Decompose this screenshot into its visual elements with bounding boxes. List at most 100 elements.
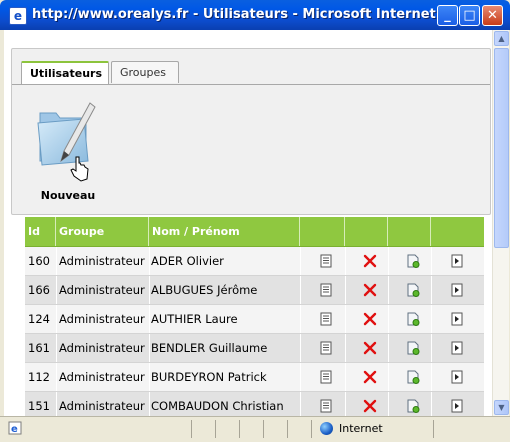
- edit-page-icon[interactable]: [406, 370, 420, 384]
- maximize-button[interactable]: □: [459, 5, 480, 26]
- column-separator: [56, 247, 57, 275]
- scroll-thumb[interactable]: [494, 48, 509, 248]
- col-header-id[interactable]: Id: [25, 217, 56, 246]
- column-separator: [149, 363, 150, 391]
- column-separator: [149, 276, 150, 304]
- table-row: 161 Administrateur BENDLER Guillaume: [25, 334, 484, 363]
- column-separator: [300, 392, 301, 416]
- ie-app-icon: e: [9, 7, 27, 25]
- cell-groupe: Administrateur: [59, 370, 145, 384]
- delete-x-icon[interactable]: [363, 283, 377, 297]
- column-separator: [431, 247, 432, 275]
- column-separator: [345, 334, 346, 362]
- title-bar[interactable]: e http://www.orealys.fr - Utilisateurs -…: [0, 0, 510, 30]
- cell-id: 161: [28, 341, 50, 355]
- column-separator: [431, 276, 432, 304]
- edit-page-icon[interactable]: [406, 254, 420, 268]
- cell-nom: BURDEYRON Patrick: [151, 370, 267, 384]
- view-document-icon[interactable]: [319, 312, 333, 326]
- status-divider: [239, 420, 240, 438]
- column-separator: [388, 334, 389, 362]
- cell-groupe: Administrateur: [59, 254, 145, 268]
- minimize-button[interactable]: _: [437, 5, 458, 26]
- cell-nom: ADER Olivier: [151, 254, 224, 268]
- table-row: 112 Administrateur BURDEYRON Patrick: [25, 363, 484, 392]
- next-arrow-icon[interactable]: [450, 283, 464, 297]
- new-user-button[interactable]: Nouveau: [34, 99, 102, 202]
- tab-groupes[interactable]: Groupes: [111, 61, 179, 83]
- status-divider: [191, 420, 192, 438]
- close-button[interactable]: ✕: [482, 5, 503, 26]
- column-separator: [388, 392, 389, 416]
- column-separator: [56, 334, 57, 362]
- security-zone-label: Internet: [339, 422, 383, 435]
- scroll-down-arrow[interactable]: ▼: [494, 400, 509, 415]
- column-separator: [300, 276, 301, 304]
- next-arrow-icon[interactable]: [450, 399, 464, 413]
- svg-text:e: e: [11, 424, 18, 435]
- view-document-icon[interactable]: [319, 254, 333, 268]
- column-separator: [388, 363, 389, 391]
- cell-nom: BENDLER Guillaume: [151, 341, 268, 355]
- new-user-label: Nouveau: [40, 189, 96, 202]
- vertical-scrollbar[interactable]: ▲ ▼: [492, 30, 509, 416]
- edit-page-icon[interactable]: [406, 341, 420, 355]
- column-separator: [388, 247, 389, 275]
- status-divider: [215, 420, 216, 438]
- col-header-groupe[interactable]: Groupe: [56, 217, 149, 246]
- column-separator: [345, 392, 346, 416]
- tab-utilisateurs[interactable]: Utilisateurs: [21, 61, 109, 85]
- col-header-action-3: [388, 217, 431, 246]
- cell-id: 160: [28, 254, 50, 268]
- column-separator: [56, 305, 57, 333]
- table-row: 160 Administrateur ADER Olivier: [25, 247, 484, 276]
- cell-groupe: Administrateur: [59, 341, 145, 355]
- delete-x-icon[interactable]: [363, 312, 377, 326]
- view-document-icon[interactable]: [319, 341, 333, 355]
- column-separator: [388, 276, 389, 304]
- next-arrow-icon[interactable]: [450, 254, 464, 268]
- next-arrow-icon[interactable]: [450, 341, 464, 355]
- edit-page-icon[interactable]: [406, 399, 420, 413]
- view-document-icon[interactable]: [319, 399, 333, 413]
- view-document-icon[interactable]: [319, 370, 333, 384]
- table-row: 166 Administrateur ALBUGUES Jérôme: [25, 276, 484, 305]
- column-separator: [345, 363, 346, 391]
- column-separator: [345, 247, 346, 275]
- col-header-nom[interactable]: Nom / Prénom: [149, 217, 300, 246]
- table-row: 151 Administrateur COMBAUDON Christian: [25, 392, 484, 416]
- status-divider: [263, 420, 264, 438]
- edit-page-icon[interactable]: [406, 312, 420, 326]
- column-separator: [149, 305, 150, 333]
- scroll-up-arrow[interactable]: ▲: [494, 31, 509, 46]
- col-header-action-1: [300, 217, 345, 246]
- col-header-action-2: [345, 217, 388, 246]
- cell-nom: COMBAUDON Christian: [151, 399, 284, 413]
- col-header-action-4: [431, 217, 484, 246]
- column-separator: [300, 305, 301, 333]
- next-arrow-icon[interactable]: [450, 370, 464, 384]
- status-divider: [287, 420, 288, 438]
- next-arrow-icon[interactable]: [450, 312, 464, 326]
- delete-x-icon[interactable]: [363, 341, 377, 355]
- delete-x-icon[interactable]: [363, 399, 377, 413]
- cell-nom: ALBUGUES Jérôme: [151, 283, 258, 297]
- delete-x-icon[interactable]: [363, 370, 377, 384]
- table-row: 124 Administrateur AUTHIER Laure: [25, 305, 484, 334]
- delete-x-icon[interactable]: [363, 254, 377, 268]
- view-document-icon[interactable]: [319, 283, 333, 297]
- status-divider: [311, 420, 312, 438]
- tab-divider: [12, 84, 490, 85]
- tab-panel: Utilisateurs Groupes Nouveau: [11, 48, 491, 215]
- internet-zone-icon: [320, 422, 333, 435]
- cell-id: 112: [28, 370, 50, 384]
- edit-page-icon[interactable]: [406, 283, 420, 297]
- cell-groupe: Administrateur: [59, 283, 145, 297]
- column-separator: [149, 334, 150, 362]
- column-separator: [300, 247, 301, 275]
- column-separator: [431, 334, 432, 362]
- column-separator: [431, 392, 432, 416]
- status-divider: [433, 420, 434, 438]
- column-separator: [56, 392, 57, 416]
- cell-id: 166: [28, 283, 50, 297]
